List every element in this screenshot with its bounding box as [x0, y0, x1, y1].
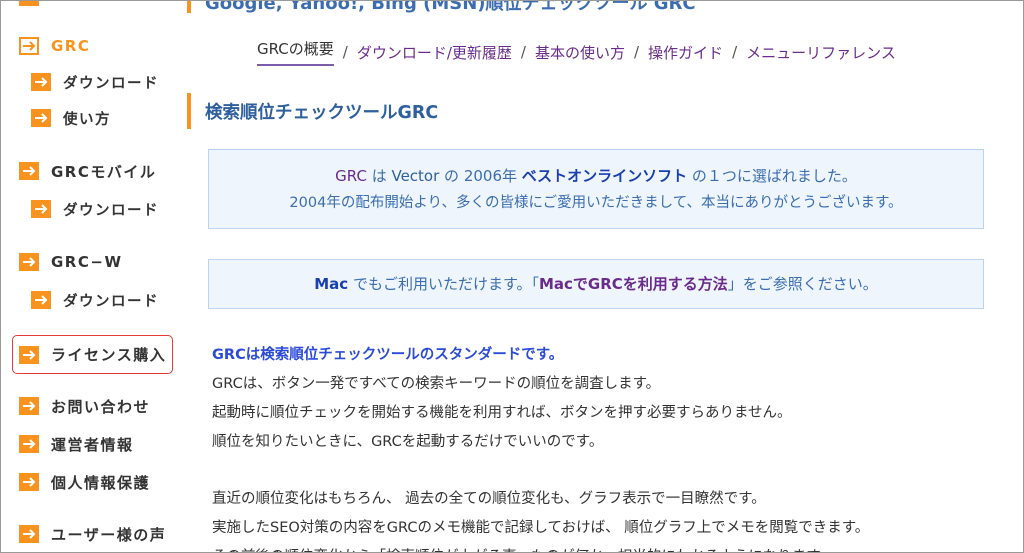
- sidebar-nav: GRC ダウンロード 使い方 GRCモバイル ダウンロード GRC−W ダウンロ…: [1, 1, 176, 552]
- arrow-right-icon: [31, 291, 51, 309]
- breadcrumb-separator: /: [520, 43, 526, 61]
- sidebar-item-grc-download[interactable]: ダウンロード: [31, 70, 159, 94]
- page-title-cut: Google, Yahoo!, Bing (MSN)順位チェックツール GRC: [205, 0, 696, 14]
- mac-text: Mac: [314, 275, 349, 293]
- notice-text: は: [366, 167, 392, 185]
- arrow-right-icon: [19, 162, 39, 180]
- sidebar-item-license[interactable]: ライセンス購入: [12, 335, 173, 374]
- breadcrumb-separator: /: [732, 43, 738, 61]
- sidebar-item-label: ダウンロード: [63, 202, 159, 219]
- sidebar-item-label: ダウンロード: [63, 75, 159, 92]
- sidebar-item-w-download[interactable]: ダウンロード: [31, 288, 159, 312]
- notice-text: 」をご参照ください。: [727, 275, 878, 293]
- sidebar-item-label: ユーザー様の声: [51, 525, 167, 544]
- content-body: GRCは検索順位チェックツールのスタンダードです。 GRCは、ボタン一発ですべて…: [212, 341, 992, 552]
- grc-text: GRC: [335, 167, 367, 185]
- sidebar-item-label: GRC−W: [51, 253, 123, 271]
- arrow-right-icon: [19, 253, 39, 271]
- arrow-right-icon: [19, 435, 39, 453]
- sidebar-item-grc[interactable]: GRC: [19, 34, 90, 58]
- sidebar-item-privacy[interactable]: 個人情報保護: [19, 470, 150, 494]
- notice-text: でもご利用いただけます。「: [348, 275, 539, 293]
- arrow-right-icon: [31, 73, 51, 91]
- arrow-right-icon: [19, 473, 39, 491]
- sidebar-item-mobile-download[interactable]: ダウンロード: [31, 197, 159, 221]
- sidebar-item-label: お問い合わせ: [51, 397, 151, 416]
- sidebar-item-label: ライセンス購入: [51, 346, 167, 364]
- tab-menu-reference[interactable]: メニューリファレンス: [746, 42, 896, 63]
- sidebar-cut-arrow: [19, 1, 39, 6]
- arrow-right-icon: [19, 397, 39, 415]
- notice-text: の１つに選ばれました。: [687, 167, 857, 185]
- mac-notice: Mac でもご利用いただけます。「MacでGRCを利用する方法」をご参照ください…: [208, 259, 984, 309]
- vector-text: Vector: [391, 167, 440, 185]
- tab-basic-usage[interactable]: 基本の使い方: [535, 42, 625, 63]
- award-notice: GRC は Vector の 2006年 ベストオンラインソフト の１つに選ばれ…: [208, 149, 984, 229]
- arrow-right-icon: [31, 109, 51, 127]
- sidebar-item-voices[interactable]: ユーザー様の声: [19, 522, 166, 546]
- paragraph-line: その前後の順位変化から「検索順位が上がる事」ものが何か、相当的にわかるようになり…: [212, 543, 992, 552]
- section-accent-bar: [187, 93, 191, 129]
- sidebar-item-label: 使い方: [63, 111, 111, 128]
- sidebar-item-label: GRC: [51, 37, 91, 55]
- arrow-right-icon: [19, 525, 39, 543]
- tab-download-history[interactable]: ダウンロード/更新履歴: [357, 42, 512, 63]
- award-line-2: 2004年の配布開始より、多くの皆様にご愛用いただきまして、本当にありがとうござ…: [289, 195, 903, 211]
- paragraph-line: 実施したSEO対策の内容をGRCのメモ機能で記録しておけば、 順位グラフ上でメモ…: [212, 520, 870, 536]
- breadcrumb-separator: /: [342, 43, 348, 61]
- paragraph-line: 順位を知りたいときに、GRCを起動するだけでいいのです。: [212, 434, 604, 450]
- arrow-right-icon: [19, 37, 39, 55]
- sidebar-item-grc-mobile[interactable]: GRCモバイル: [19, 159, 156, 183]
- tab-overview[interactable]: GRCの概要: [257, 38, 334, 66]
- sidebar-item-label: GRCモバイル: [51, 162, 157, 181]
- arrow-right-icon: [31, 200, 51, 218]
- best-online-soft-text: ベストオンラインソフト: [521, 167, 688, 185]
- browser-viewport: GRC ダウンロード 使い方 GRCモバイル ダウンロード GRC−W ダウンロ…: [0, 0, 1024, 553]
- mac-guide-link[interactable]: MacでGRCを利用する方法: [539, 275, 728, 293]
- section-heading: 検索順位チェックツールGRC: [187, 93, 438, 129]
- notice-text: の 2006年: [439, 167, 522, 185]
- paragraph-line: 直近の順位変化はもちろん、 過去の全ての順位変化も、グラフ表示で一目瞭然です。: [212, 491, 766, 507]
- paragraph-line: GRCは、ボタン一発ですべての検索キーワードの順位を調査します。: [212, 376, 661, 392]
- sidebar-item-label: 運営者情報: [51, 435, 134, 454]
- award-line-1: GRC は Vector の 2006年 ベストオンラインソフト の１つに選ばれ…: [209, 163, 983, 189]
- sidebar-item-label: ダウンロード: [63, 293, 159, 310]
- lead-text: GRCは検索順位チェックツールのスタンダードです。: [212, 347, 564, 363]
- tab-operation-guide[interactable]: 操作ガイド: [648, 42, 723, 63]
- breadcrumb-separator: /: [633, 43, 640, 61]
- sidebar-item-grc-usage[interactable]: 使い方: [31, 106, 111, 130]
- sidebar-item-operator[interactable]: 運営者情報: [19, 432, 134, 456]
- sidebar-item-contact[interactable]: お問い合わせ: [19, 394, 150, 418]
- section-title: 検索順位チェックツールGRC: [205, 102, 439, 123]
- sidebar-item-grc-w[interactable]: GRC−W: [19, 250, 122, 274]
- paragraph-line: 起動時に順位チェックを開始する機能を利用すれば、ボタンを押す必要すらありません。: [212, 405, 792, 421]
- sidebar-item-label: 個人情報保護: [51, 473, 151, 492]
- header-accent-bar: [187, 1, 191, 13]
- arrow-right-icon: [19, 345, 39, 364]
- breadcrumb-tabs: GRCの概要 / ダウンロード/更新履歴 / 基本の使い方 / 操作ガイド / …: [257, 38, 896, 66]
